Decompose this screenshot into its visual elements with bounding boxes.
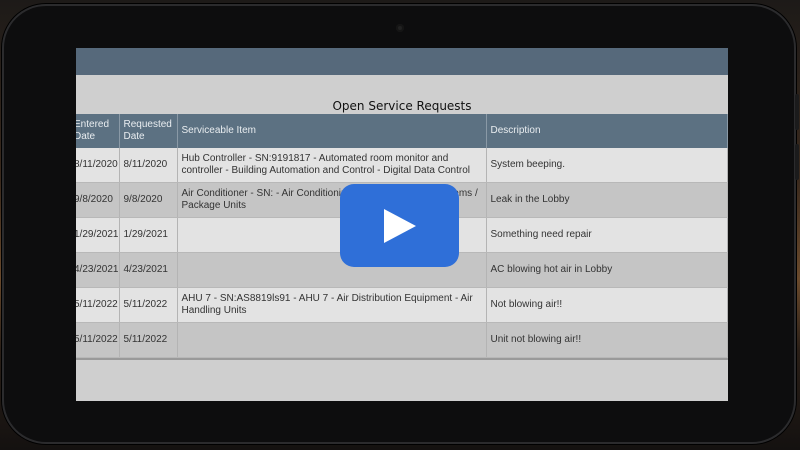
cell-entered-date: 4/23/2021 [76, 252, 120, 288]
table-row[interactable]: 8/11/2020 8/11/2020 Hub Controller - SN:… [76, 148, 728, 183]
table-row[interactable]: 5/11/2022 5/11/2022 AHU 7 - SN:AS8819ls9… [76, 287, 728, 323]
video-play-button[interactable] [340, 184, 459, 267]
cell-serviceable-item: AHU 7 - SN:AS8819ls91 - AHU 7 - Air Dist… [177, 287, 487, 323]
cell-description: Leak in the Lobby [486, 182, 728, 218]
volume-down-button [795, 144, 799, 180]
cell-requested-date: 1/29/2021 [119, 217, 178, 253]
cell-entered-date: 5/11/2022 [76, 322, 120, 358]
cell-description: Unit not blowing air!! [486, 322, 728, 358]
camera-icon [396, 24, 404, 32]
cell-serviceable-item [177, 322, 487, 358]
column-header-description[interactable]: Description [486, 114, 728, 148]
cell-description: Not blowing air!! [486, 287, 728, 323]
cell-description: System beeping. [486, 148, 728, 183]
volume-up-button [795, 94, 799, 130]
column-header-serviceable-item[interactable]: Serviceable Item [177, 114, 487, 148]
cell-entered-date: 9/8/2020 [76, 182, 120, 218]
column-header-entered-date[interactable]: Entered Date [76, 114, 120, 148]
cell-requested-date: 5/11/2022 [119, 287, 178, 323]
cell-requested-date: 4/23/2021 [119, 252, 178, 288]
cell-requested-date: 9/8/2020 [119, 182, 178, 218]
page-title: Open Service Requests [332, 99, 472, 113]
table-row[interactable]: 5/11/2022 5/11/2022 Unit not blowing air… [76, 322, 728, 358]
cell-description: AC blowing hot air in Lobby [486, 252, 728, 288]
play-icon [383, 208, 416, 243]
cell-requested-date: 8/11/2020 [119, 148, 178, 183]
table-header-row: Entered Date Requested Date Serviceable … [76, 114, 728, 148]
column-header-requested-date[interactable]: Requested Date [119, 114, 178, 148]
table-bottom-border [76, 358, 728, 360]
cell-requested-date: 5/11/2022 [119, 322, 178, 358]
cell-entered-date: 1/29/2021 [76, 217, 120, 253]
cell-description: Something need repair [486, 217, 728, 253]
cell-entered-date: 8/11/2020 [76, 148, 120, 183]
app-top-bar [76, 48, 728, 75]
cell-entered-date: 5/11/2022 [76, 287, 120, 323]
cell-serviceable-item: Hub Controller - SN:9191817 - Automated … [177, 148, 487, 183]
